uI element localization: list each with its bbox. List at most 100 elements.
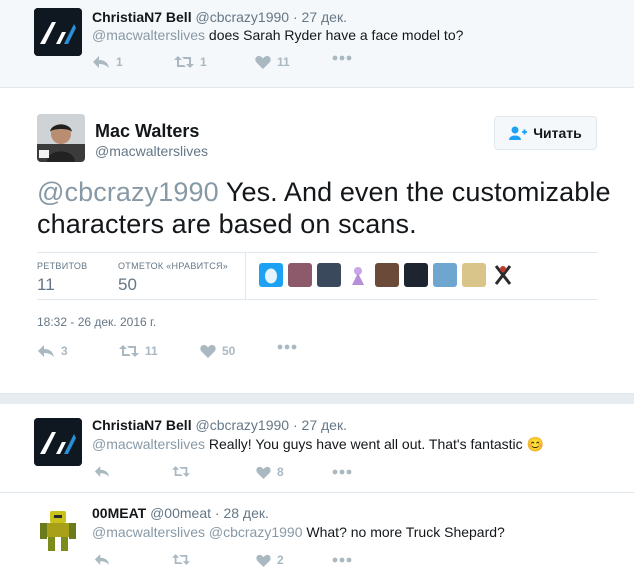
author-name[interactable]: Mac Walters: [95, 121, 199, 142]
tweet-date[interactable]: 27 дек.: [302, 417, 347, 433]
main-tweet: Mac Walters @macwalterslives Читать @cbc…: [0, 87, 634, 394]
reply-button[interactable]: 3: [37, 344, 68, 358]
reply-button[interactable]: [94, 465, 110, 478]
main-actions: 3 11 50: [37, 344, 337, 364]
author-name[interactable]: ChristiaN7 Bell: [92, 417, 192, 433]
retweet-button[interactable]: [172, 465, 190, 478]
parent-tweet-text: @macwalterslives does Sarah Ryder have a…: [92, 27, 463, 43]
author-handle[interactable]: @00meat: [150, 505, 211, 521]
liker-avatar[interactable]: [375, 263, 399, 287]
avatar-00meat[interactable]: [34, 505, 82, 553]
reply-button[interactable]: 1: [92, 55, 123, 69]
more-dots-icon: [277, 344, 297, 350]
tweet-timestamp[interactable]: 18:32 - 26 дек. 2016 г.: [37, 315, 156, 329]
parent-actions: 1 1 11: [92, 55, 372, 75]
retweet-icon: [172, 554, 190, 565]
retweet-icon: [172, 466, 190, 477]
likes-value: 50: [118, 275, 137, 294]
reply-count: 1: [116, 55, 123, 69]
stat-divider: [245, 253, 246, 299]
likes-stat[interactable]: ОТМЕТОК «НРАВИТСЯ» 50: [118, 261, 228, 295]
like-count: 50: [222, 344, 236, 358]
mention-link[interactable]: @macwalterslives: [92, 436, 205, 452]
separator-dot: ·: [292, 9, 298, 25]
heart-icon: [256, 554, 271, 567]
tweet-body: What? no more Truck Shepard?: [302, 524, 505, 540]
separator-dot: ·: [214, 505, 220, 521]
retweet-button[interactable]: 11: [119, 344, 158, 358]
retweet-button[interactable]: 1: [174, 55, 207, 69]
more-dots-icon: [332, 557, 352, 563]
like-button[interactable]: 2: [256, 553, 284, 567]
retweet-count: 11: [145, 344, 158, 358]
tweet-date[interactable]: 27 дек.: [302, 9, 347, 25]
tweet-stats: РЕТВИТОВ 11 ОТМЕТОК «НРАВИТСЯ» 50: [37, 252, 597, 300]
reply-header: ChristiaN7 Bell @cbcrazy1990 · 27 дек.: [92, 417, 347, 433]
reply-actions: 8: [94, 465, 374, 485]
follow-button[interactable]: Читать: [494, 116, 597, 150]
avatar-christian[interactable]: [34, 418, 82, 466]
reply-tweet[interactable]: ChristiaN7 Bell @cbcrazy1990 · 27 дек. @…: [0, 404, 634, 492]
author-handle[interactable]: @macwalterslives: [95, 143, 208, 159]
reply-header: 00MEAT @00meat · 28 дек.: [92, 505, 269, 521]
more-dots-icon: [332, 55, 352, 61]
author-handle[interactable]: @cbcrazy1990: [195, 417, 289, 433]
liker-avatar[interactable]: [433, 263, 457, 287]
retweets-value: 11: [37, 275, 55, 294]
like-count: 8: [277, 465, 284, 479]
retweet-count: 1: [200, 55, 207, 69]
retweets-stat[interactable]: РЕТВИТОВ 11: [37, 261, 87, 295]
reply-icon: [94, 466, 110, 477]
liker-avatar[interactable]: [317, 263, 341, 287]
like-button[interactable]: 11: [255, 55, 290, 69]
section-divider: [0, 394, 634, 404]
liker-avatar[interactable]: [404, 263, 428, 287]
mention-link[interactable]: @macwalterslives: [92, 27, 205, 43]
retweets-label: РЕТВИТОВ: [37, 261, 88, 271]
reply-icon: [94, 554, 110, 565]
reply-button[interactable]: [94, 553, 110, 566]
liker-avatar[interactable]: [288, 263, 312, 287]
retweet-icon: [119, 345, 139, 357]
tweet-body: does Sarah Ryder have a face model to?: [205, 27, 464, 43]
liker-avatar[interactable]: [346, 263, 370, 287]
add-user-icon: [509, 126, 528, 140]
reply-text: @macwalterslives Really! You guys have w…: [92, 436, 544, 453]
like-count: 11: [277, 55, 290, 69]
more-button[interactable]: [277, 344, 297, 350]
tweet-date[interactable]: 28 дек.: [223, 505, 268, 521]
heart-icon: [255, 55, 271, 69]
like-count: 2: [277, 553, 284, 567]
liker-avatar[interactable]: [462, 263, 486, 287]
reply-tweet[interactable]: 00MEAT @00meat · 28 дек. @macwalterslive…: [0, 493, 634, 576]
more-button[interactable]: [332, 55, 352, 61]
more-button[interactable]: [332, 557, 352, 563]
reply-count: 3: [61, 344, 68, 358]
author-name[interactable]: ChristiaN7 Bell: [92, 9, 192, 25]
liker-avatar[interactable]: [491, 263, 515, 287]
avatar-christian[interactable]: [34, 8, 82, 56]
smile-emoji: 😊: [526, 436, 544, 452]
retweet-button[interactable]: [172, 553, 190, 566]
like-button[interactable]: 50: [200, 344, 235, 358]
mention-link[interactable]: @cbcrazy1990: [37, 177, 219, 207]
reply-actions: 2: [94, 553, 374, 573]
parent-tweet[interactable]: ChristiaN7 Bell @cbcrazy1990 · 27 дек. @…: [0, 0, 634, 87]
tweet-body: Really! You guys have went all out. That…: [205, 436, 527, 452]
more-button[interactable]: [332, 469, 352, 475]
heart-icon: [256, 466, 271, 479]
heart-icon: [200, 344, 216, 358]
liker-avatar[interactable]: [259, 263, 283, 287]
reply-text: @macwalterslives @cbcrazy1990 What? no m…: [92, 524, 505, 540]
author-name[interactable]: 00MEAT: [92, 505, 146, 521]
more-dots-icon: [332, 469, 352, 475]
like-button[interactable]: 8: [256, 465, 284, 479]
reply-icon: [93, 56, 109, 68]
follow-label: Читать: [533, 125, 582, 141]
likes-label: ОТМЕТОК «НРАВИТСЯ»: [118, 261, 229, 271]
reply-icon: [38, 345, 54, 357]
author-handle[interactable]: @cbcrazy1990: [195, 9, 289, 25]
mention-link[interactable]: @macwalterslives @cbcrazy1990: [92, 524, 303, 540]
avatar-mac-walters[interactable]: [37, 114, 85, 162]
retweet-icon: [174, 56, 194, 68]
